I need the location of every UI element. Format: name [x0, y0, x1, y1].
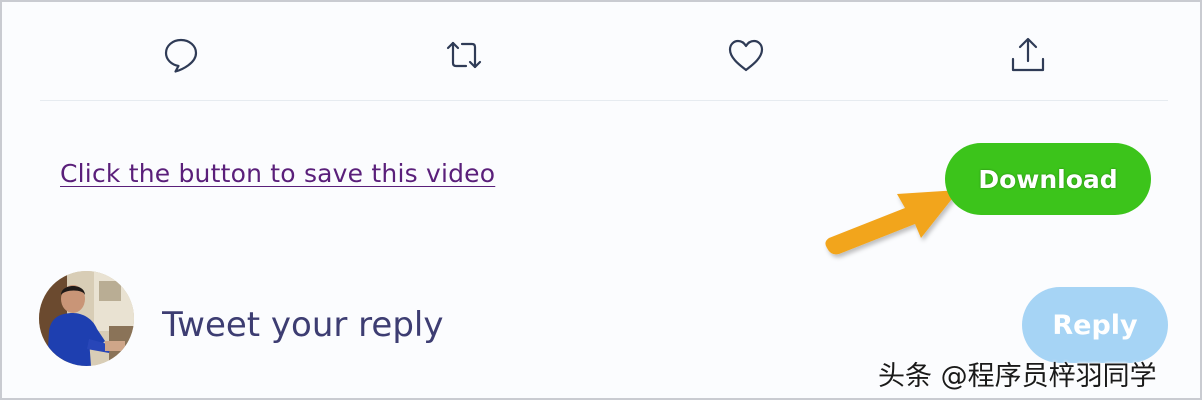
share-action-button[interactable] — [1008, 34, 1048, 76]
action-bar-divider — [40, 100, 1168, 101]
avatar — [39, 271, 134, 366]
download-button[interactable]: Download — [945, 143, 1151, 215]
reply-action-button[interactable] — [161, 34, 201, 76]
save-video-link[interactable]: Click the button to save this video — [60, 159, 495, 188]
share-upload-icon — [1011, 37, 1045, 72]
pointer-arrow-icon — [825, 190, 959, 255]
reply-button[interactable]: Reply — [1022, 287, 1168, 363]
watermark-text: 头条 @程序员梓羽同学 — [878, 361, 1157, 392]
tweet-card: Click the button to save this video Down… — [0, 0, 1202, 400]
like-action-button[interactable] — [726, 34, 766, 76]
reply-input[interactable] — [162, 298, 682, 352]
retweet-action-button[interactable] — [444, 34, 484, 76]
heart-icon — [728, 39, 764, 72]
speech-bubble-icon — [164, 38, 198, 73]
retweet-icon — [446, 41, 482, 69]
tweet-action-bar — [2, 2, 1200, 100]
